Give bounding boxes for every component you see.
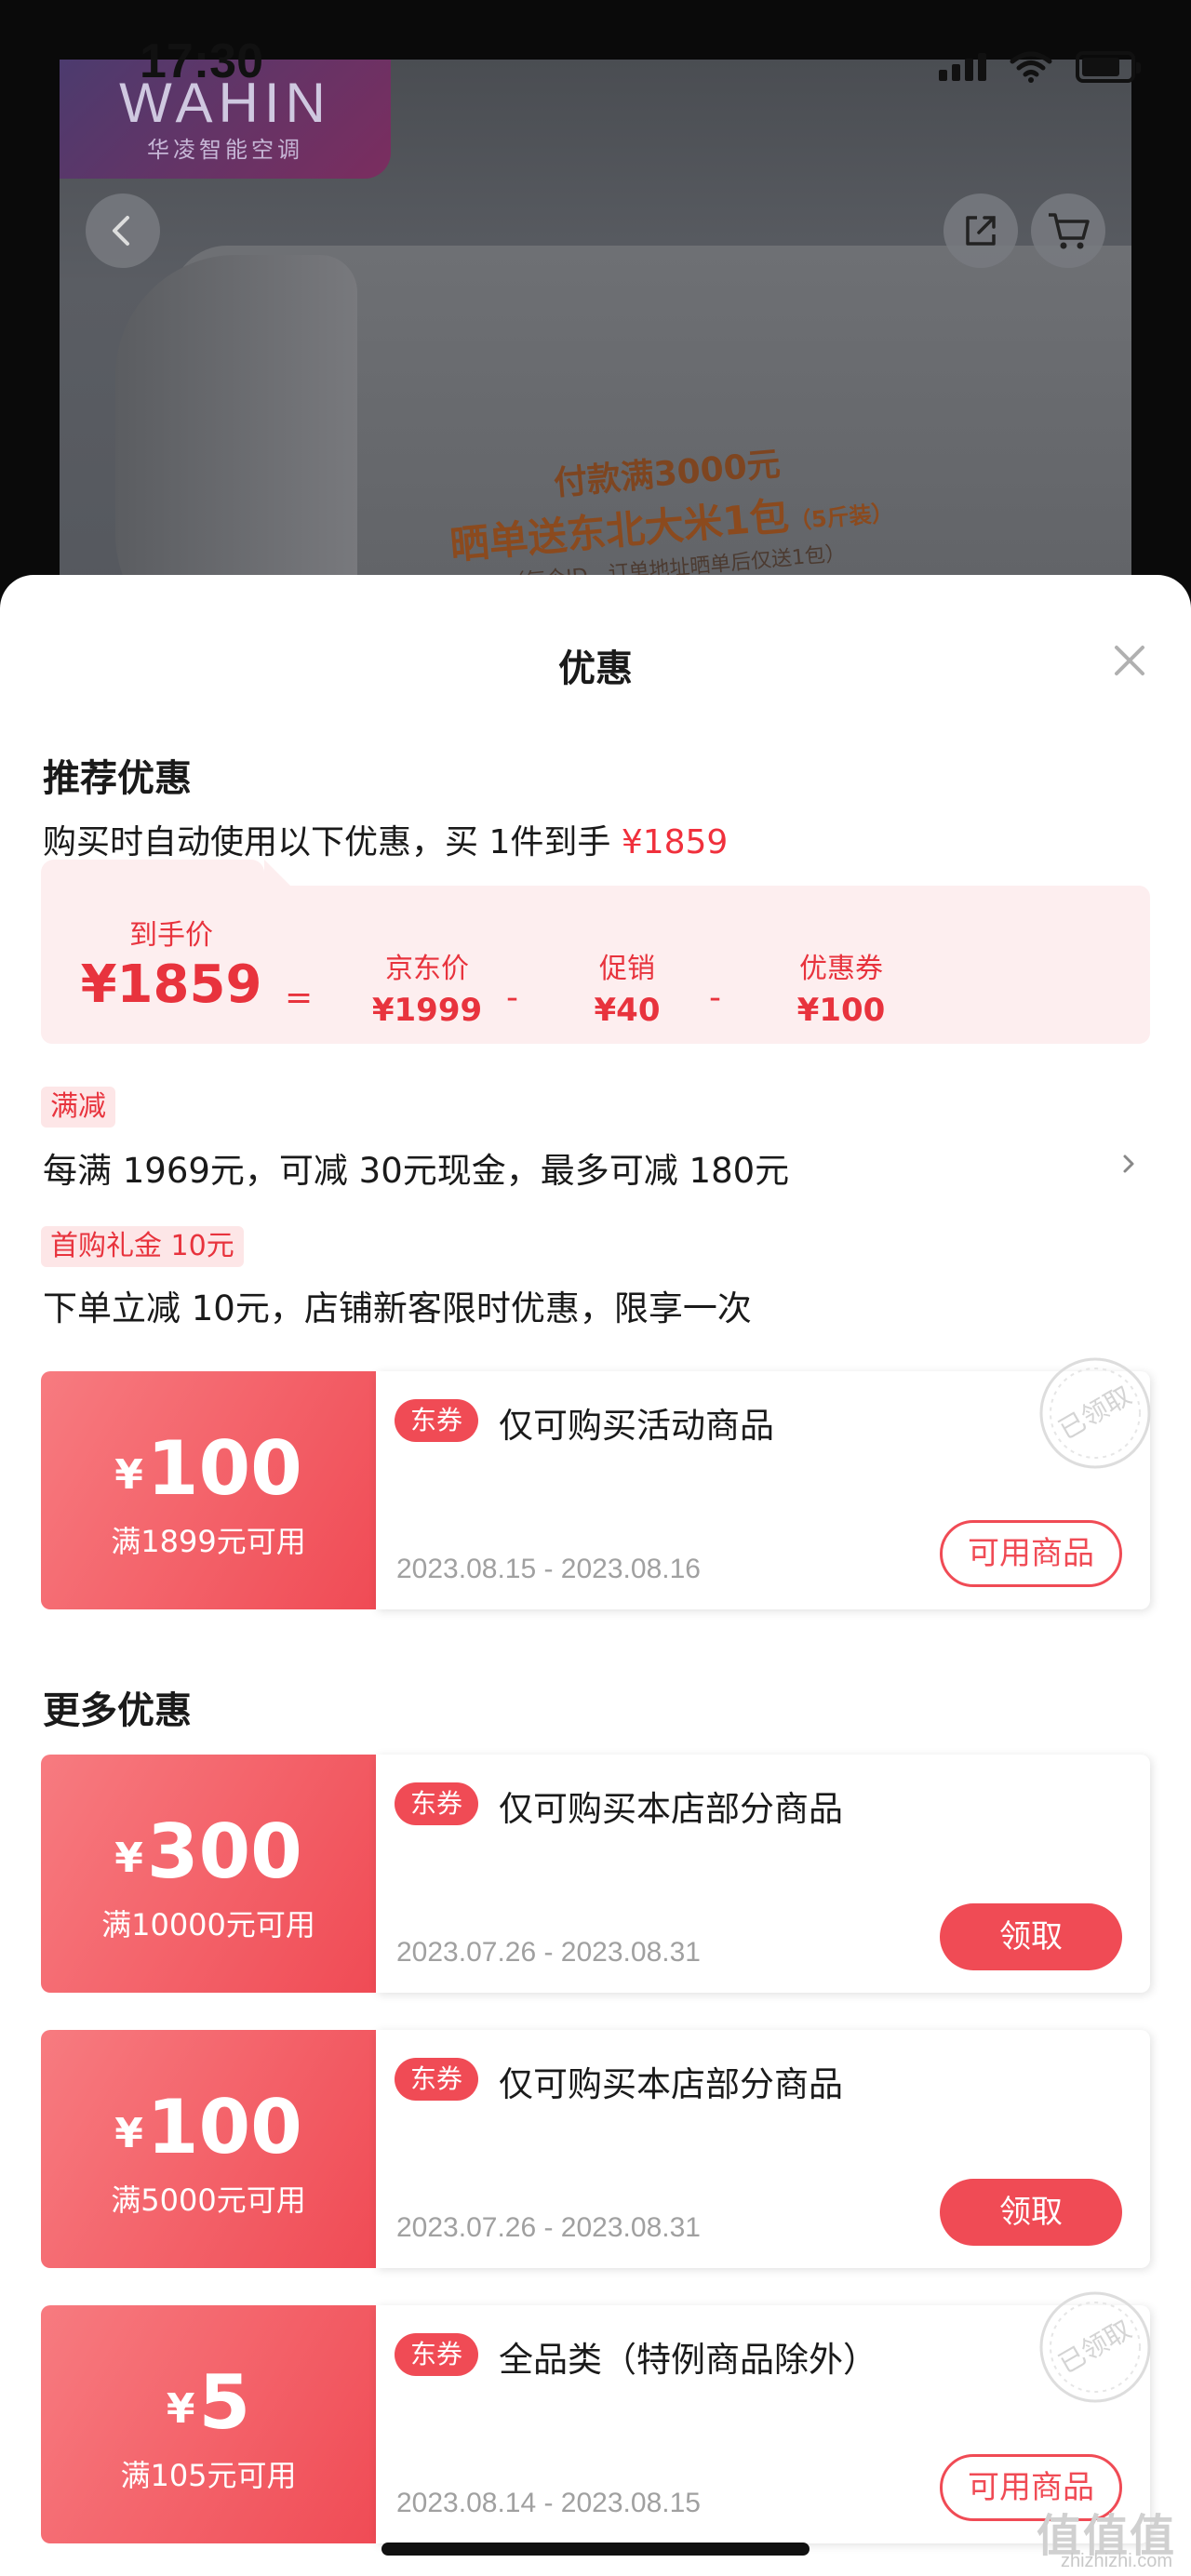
yen-symbol: ¥ [114, 2110, 143, 2157]
signal-icon [939, 53, 986, 81]
battery-icon [1076, 51, 1141, 83]
equals-sign: = [285, 979, 314, 1017]
coupon-type-tag: 东券 [395, 1399, 478, 1442]
minus-sign: - [506, 979, 518, 1017]
summary-price: ¥1859 [621, 823, 729, 861]
coupon-amount-panel: ¥5 满105元可用 [41, 2305, 376, 2543]
stamp-text: 已领取 [1053, 1380, 1136, 1446]
price-breakdown-card: 到手价 ¥1859 = 京东价 ¥1999 - 促销 ¥40 - 优惠券 ¥10… [41, 860, 1150, 1044]
recommended-summary: 购买时自动使用以下优惠，买 1件到手 ¥1859 [43, 815, 728, 863]
final-price-label: 到手价 [129, 919, 213, 952]
promo-line-2-note: （5斤装） [787, 500, 895, 535]
final-price: 到手价 ¥1859 [78, 912, 264, 1015]
coupon-condition: 满1899元可用 [111, 1524, 306, 1559]
close-icon[interactable] [1109, 640, 1150, 681]
share-icon [966, 216, 996, 246]
coupon-card: ¥5 满105元可用 东券 全品类（特例商品除外） 2023.08.14 - 2… [41, 2291, 1151, 2543]
coupon-card: ¥100 满5000元可用 东券 仅可购买本店部分商品 2023.07.26 -… [41, 2030, 1150, 2268]
coupon-amount-value: 100 [146, 1425, 302, 1512]
coupon-amount-panel: ¥100 满5000元可用 [41, 2030, 376, 2268]
status-icons [939, 50, 1141, 84]
promo-label: 促销 [599, 953, 655, 985]
coupon-amount: ¥300 [41, 1809, 376, 1895]
air-conditioner-side [115, 255, 357, 618]
coupon-date: 2023.08.15 - 2023.08.16 [396, 1554, 701, 1584]
claimed-stamp-icon: 已领取 [1039, 2291, 1151, 2403]
yen-symbol: ¥ [114, 1835, 143, 1882]
coupon-scope: 全品类（特例商品除外） [499, 2340, 877, 2380]
coupon-type-tag: 东券 [395, 2333, 478, 2376]
price-card-tab [41, 860, 301, 897]
coupon-date: 2023.08.14 - 2023.08.15 [396, 2488, 701, 2518]
claim-coupon-button[interactable]: 领取 [940, 1903, 1122, 1970]
minus-sign: - [709, 979, 721, 1017]
first-order-gift-text: 下单立减 10元，店铺新客限时优惠，限享一次 [43, 1288, 752, 1328]
coupon-amount-value: 300 [146, 1809, 302, 1895]
sheet-title: 优惠 [558, 647, 633, 690]
coupon-card: ¥300 满10000元可用 东券 仅可购买本店部分商品 2023.07.26 … [41, 1755, 1150, 1993]
chevron-left-icon [113, 216, 129, 246]
back-button[interactable] [86, 194, 160, 268]
coupon-scope: 仅可购买活动商品 [499, 1406, 774, 1446]
status-time: 17:30 [140, 34, 263, 88]
coupon-value: ¥100 [796, 992, 886, 1029]
section-recommended-heading: 推荐优惠 [43, 757, 192, 800]
share-button[interactable] [943, 194, 1018, 268]
coupon-label: 优惠券 [799, 953, 883, 985]
coupon-detail-panel: 东券 仅可购买本店部分商品 2023.07.26 - 2023.08.31 领取 [376, 2030, 1150, 2268]
yen-symbol: ¥ [166, 2385, 195, 2433]
watermark-url: zhizhizhi.com [1060, 2551, 1172, 2571]
coupon-amount-value: 100 [146, 2084, 302, 2170]
coupon-card: ¥100 满1899元可用 东券 仅可购买活动商品 2023.08.15 - 2… [41, 1357, 1151, 1609]
jd-price-value: ¥1999 [371, 992, 483, 1029]
full-reduction-tag: 满减 [41, 1087, 115, 1128]
section-more-heading: 更多优惠 [43, 1689, 192, 1732]
coupon-date: 2023.07.26 - 2023.08.31 [396, 1937, 701, 1968]
coupon-amount-panel: ¥100 满1899元可用 [41, 1371, 376, 1609]
cart-button[interactable] [1031, 194, 1105, 268]
jd-price-label: 京东价 [385, 953, 469, 985]
full-reduction-text[interactable]: 每满 1969元，可减 30元现金，最多可减 180元 [43, 1142, 789, 1193]
coupon-amount: ¥100 [41, 2084, 376, 2170]
summary-prefix: 购买时自动使用以下优惠，买 1件到手 [43, 823, 611, 861]
coupon-scope: 仅可购买本店部分商品 [499, 2064, 843, 2104]
cart-icon [1049, 213, 1090, 249]
coupon-type-tag: 东券 [395, 2058, 478, 2101]
coupon-detail-panel: 东券 全品类（特例商品除外） 2023.08.14 - 2023.08.15 可… [376, 2291, 1151, 2543]
yen-symbol: ¥ [114, 1451, 143, 1499]
coupon-condition: 满5000元可用 [111, 2182, 306, 2218]
coupon-amount-value: 5 [198, 2359, 251, 2446]
chevron-right-icon[interactable] [1118, 1154, 1139, 1174]
coupon-discount: 优惠券 ¥100 [757, 945, 925, 1029]
coupon-condition: 满105元可用 [120, 2458, 297, 2493]
coupon-scope: 仅可购买本店部分商品 [499, 1789, 843, 1829]
promo-value: ¥40 [594, 992, 661, 1029]
wifi-icon [1010, 51, 1052, 83]
jd-price: 京东价 ¥1999 [348, 945, 506, 1029]
coupon-amount: ¥100 [41, 1425, 376, 1512]
promo-discount: 促销 ¥40 [562, 945, 692, 1029]
discount-sheet: 优惠 推荐优惠 购买时自动使用以下优惠，买 1件到手 ¥1859 到手价 ¥18… [0, 575, 1191, 2576]
coupon-detail-panel: 东券 仅可购买本店部分商品 2023.07.26 - 2023.08.31 领取 [376, 1755, 1150, 1993]
first-order-gift-tag: 首购礼金 10元 [41, 1226, 244, 1267]
coupon-condition: 满10000元可用 [101, 1907, 315, 1942]
product-gallery: WAHIN 华凌智能空调 付款满3000元 晒单送东北大米1包（5斤装） （每个… [0, 0, 1191, 618]
coupon-date: 2023.07.26 - 2023.08.31 [396, 2212, 701, 2243]
coupon-detail-panel: 东券 仅可购买活动商品 2023.08.15 - 2023.08.16 可用商品… [376, 1357, 1151, 1609]
claim-coupon-button[interactable]: 领取 [940, 2179, 1122, 2246]
final-price-value: ¥1859 [80, 954, 262, 1015]
coupon-type-tag: 东券 [395, 1782, 478, 1825]
coupon-amount-panel: ¥300 满10000元可用 [41, 1755, 376, 1993]
coupon-amount: ¥5 [41, 2359, 376, 2446]
available-products-button[interactable]: 可用商品 [940, 1520, 1122, 1587]
claimed-stamp-icon: 已领取 [1039, 1357, 1151, 1469]
home-indicator[interactable] [381, 2543, 810, 2556]
brand-subtitle: 华凌智能空调 [147, 137, 303, 163]
stamp-text: 已领取 [1053, 2314, 1136, 2380]
